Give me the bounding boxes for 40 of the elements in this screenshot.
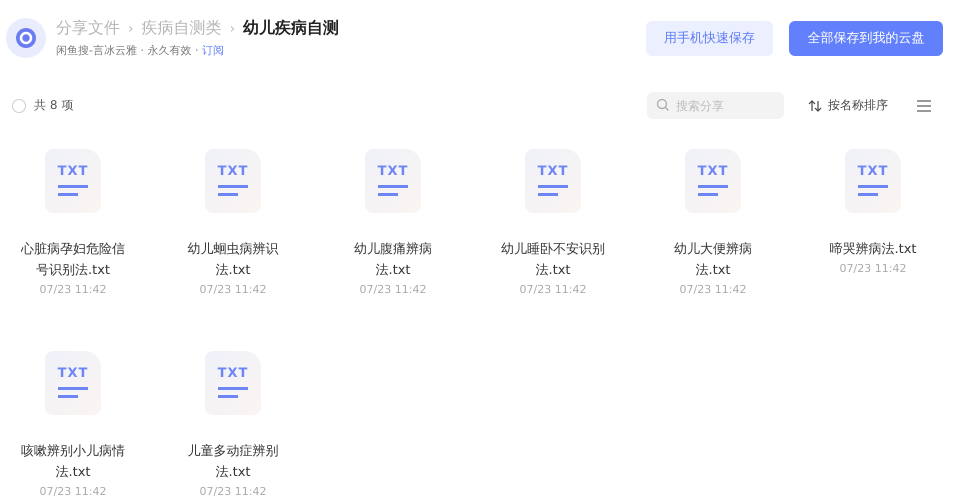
text-file-icon[interactable]: TXT bbox=[525, 149, 581, 213]
file-date: 07/23 11:42 bbox=[520, 283, 586, 296]
breadcrumb-link[interactable]: 疾病自测类 bbox=[142, 18, 222, 39]
file-name[interactable]: 咳嗽辨别小儿病情法.txt bbox=[19, 441, 127, 483]
breadcrumb-separator: › bbox=[230, 20, 236, 36]
item-count: 共 8 项 bbox=[34, 97, 74, 114]
breadcrumb-link[interactable]: 分享文件 bbox=[56, 18, 120, 39]
text-file-icon[interactable]: TXT bbox=[45, 351, 101, 415]
file-date: 07/23 11:42 bbox=[840, 262, 906, 275]
text-file-icon[interactable]: TXT bbox=[205, 149, 261, 213]
file-name[interactable]: 啼哭辨病法.txt bbox=[819, 239, 927, 260]
file-name[interactable]: 幼儿大便辨病法.txt bbox=[659, 239, 767, 281]
sort-button[interactable]: 按名称排序 bbox=[808, 97, 888, 114]
file-name[interactable]: 幼儿腹痛辨病法.txt bbox=[339, 239, 447, 281]
file-date: 07/23 11:42 bbox=[680, 283, 746, 296]
menu-icon[interactable] bbox=[917, 100, 931, 112]
share-logo-icon bbox=[6, 18, 46, 58]
file-date: 07/23 11:42 bbox=[40, 485, 106, 498]
file-date: 07/23 11:42 bbox=[360, 283, 426, 296]
text-file-icon[interactable]: TXT bbox=[845, 149, 901, 213]
text-file-icon[interactable]: TXT bbox=[45, 149, 101, 213]
file-date: 07/23 11:42 bbox=[200, 283, 266, 296]
sort-icon bbox=[808, 100, 822, 112]
mobile-save-button[interactable]: 用手机快速保存 bbox=[646, 20, 773, 56]
save-all-button[interactable]: 全部保存到我的云盘 bbox=[789, 20, 943, 56]
file-date: 07/23 11:42 bbox=[200, 485, 266, 498]
file-date: 07/23 11:42 bbox=[40, 283, 106, 296]
text-file-icon[interactable]: TXT bbox=[685, 149, 741, 213]
select-all-checkbox[interactable] bbox=[12, 98, 26, 112]
breadcrumb-current: 幼儿疾病自测 bbox=[243, 18, 340, 39]
breadcrumb-separator: › bbox=[128, 20, 134, 36]
text-file-icon[interactable]: TXT bbox=[205, 351, 261, 415]
file-name[interactable]: 幼儿睡卧不安识别法.txt bbox=[499, 239, 607, 281]
subscribe-link[interactable]: 订阅 bbox=[202, 43, 224, 58]
text-file-icon[interactable]: TXT bbox=[365, 149, 421, 213]
share-info: 闲鱼搜-言冰云雅 · 永久有效 · bbox=[56, 43, 200, 58]
search-field[interactable]: 搜索分享 bbox=[647, 92, 784, 119]
file-name[interactable]: 心脏病孕妇危险信号识别法.txt bbox=[19, 239, 127, 281]
file-name[interactable]: 幼儿蛔虫病辨识法.txt bbox=[179, 239, 287, 281]
file-name[interactable]: 儿童多动症辨别法.txt bbox=[179, 441, 287, 483]
